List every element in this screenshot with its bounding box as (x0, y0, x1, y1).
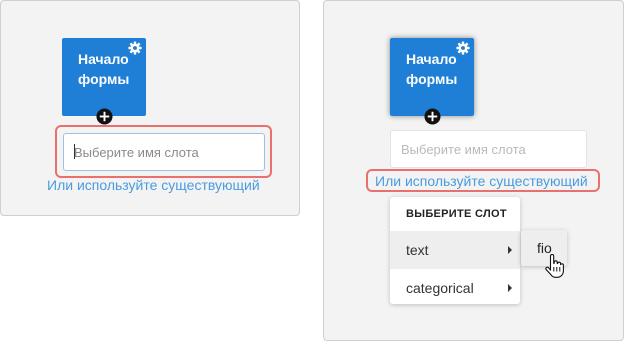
slot-name-input[interactable] (390, 130, 587, 168)
menu-item-categorical[interactable]: categorical (390, 269, 520, 307)
start-node-label-line2: формы (78, 71, 130, 87)
use-existing-link[interactable]: Или используйте существующий (47, 177, 260, 193)
submenu-arrow-icon (508, 284, 512, 292)
left-panel: Начало формы Или используйте существу (0, 0, 300, 216)
menu-item-label: text (406, 242, 429, 258)
menu-header: ВЫБЕРИТЕ СЛОТ (406, 208, 507, 220)
slot-dropdown-menu: ВЫБЕРИТЕ СЛОТ text categorical (390, 197, 520, 304)
text-caret (74, 144, 75, 159)
use-existing-link[interactable]: Или используйте существующий (375, 173, 588, 189)
menu-item-label: categorical (406, 280, 474, 296)
plus-icon[interactable] (95, 108, 113, 125)
slot-name-input[interactable] (63, 133, 265, 171)
start-node-label-line2: формы (406, 71, 458, 87)
right-panel: Начало формы Или используйте существующи… (323, 0, 624, 341)
menu-item-text[interactable]: text (390, 231, 520, 269)
submenu-arrow-icon (508, 246, 512, 254)
submenu-item-fio[interactable]: fio (521, 230, 567, 266)
start-node[interactable]: Начало формы (62, 38, 146, 125)
slot-submenu: fio (521, 230, 567, 266)
gear-icon[interactable] (456, 41, 470, 55)
plus-icon[interactable] (423, 108, 441, 125)
start-node[interactable]: Начало формы (390, 38, 474, 125)
gear-icon[interactable] (128, 41, 142, 55)
